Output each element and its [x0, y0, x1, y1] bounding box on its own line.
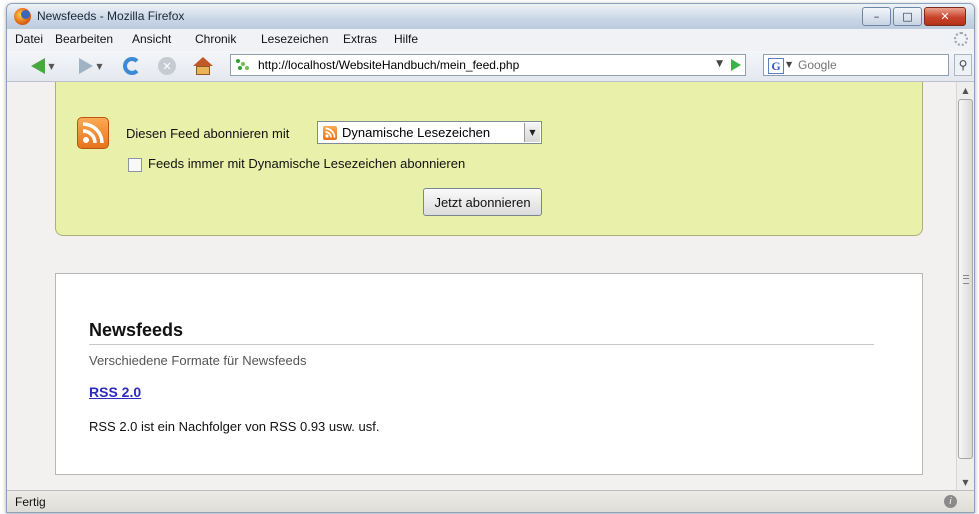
back-button[interactable]: ▼ [19, 54, 67, 78]
history-dropdown-icon[interactable]: ▼ [716, 59, 723, 69]
rss-feed-icon [77, 117, 109, 149]
menu-ansicht[interactable]: Ansicht [132, 32, 171, 46]
entry-title-link[interactable]: RSS 2.0 [89, 384, 141, 400]
search-bar: G ▼ [763, 54, 949, 76]
feed-reader-select[interactable]: Dynamische Lesezeichen ▼ [317, 121, 542, 144]
subscribe-with-label: Diesen Feed abonnieren mit [126, 126, 290, 141]
scroll-up-icon[interactable]: ▲ [957, 82, 974, 98]
close-button[interactable]: ✕ [924, 7, 966, 26]
always-subscribe-label[interactable]: Feeds immer mit Dynamische Lesezeichen a… [148, 156, 465, 171]
search-input[interactable] [798, 57, 938, 73]
page-content: Diesen Feed abonnieren mit Dynamische Le… [7, 82, 956, 490]
chevron-down-icon[interactable]: ▼ [48, 62, 54, 71]
browser-window: Newsfeeds - Mozilla Firefox – □ ✕ Datei … [6, 3, 975, 513]
back-arrow-icon [31, 58, 46, 74]
reload-button[interactable] [120, 54, 144, 78]
selected-reader: Dynamische Lesezeichen [342, 125, 491, 140]
menu-hilfe[interactable]: Hilfe [394, 32, 418, 46]
home-button[interactable] [190, 54, 216, 78]
url-bar[interactable]: http://localhost/WebsiteHandbuch/mein_fe… [230, 54, 746, 76]
search-button[interactable]: ⚲ [954, 54, 972, 76]
always-subscribe-checkbox[interactable] [128, 158, 142, 172]
magnifier-icon: ⚲ [958, 58, 968, 72]
feed-subtitle: Verschiedene Formate für Newsfeeds [89, 353, 307, 368]
forward-button[interactable]: ▼ [69, 54, 113, 78]
throbber-icon [954, 32, 968, 46]
menu-extras[interactable]: Extras [343, 32, 377, 46]
feed-subscribe-box: Diesen Feed abonnieren mit Dynamische Le… [55, 82, 923, 236]
maximize-button[interactable]: □ [893, 7, 922, 26]
scroll-down-icon[interactable]: ▼ [957, 474, 974, 490]
window-title: Newsfeeds - Mozilla Firefox [37, 9, 185, 23]
rss-small-icon [323, 126, 337, 140]
entry-text: RSS 2.0 ist ein Nachfolger von RSS 0.93 … [89, 419, 380, 434]
vertical-scrollbar[interactable]: ▲ ▼ [956, 82, 974, 490]
home-icon [193, 57, 213, 75]
go-icon[interactable] [731, 59, 741, 71]
status-info-icon[interactable]: i [944, 495, 957, 508]
feed-preview: Newsfeeds Verschiedene Formate für Newsf… [55, 273, 923, 475]
url-text[interactable]: http://localhost/WebsiteHandbuch/mein_fe… [258, 58, 519, 72]
chevron-down-icon[interactable]: ▼ [96, 62, 102, 71]
site-favicon-icon [236, 59, 250, 71]
menu-chronik[interactable]: Chronik [195, 32, 236, 46]
menu-datei[interactable]: Datei [15, 32, 43, 46]
reload-icon [123, 57, 141, 75]
scrollbar-thumb[interactable] [958, 99, 973, 459]
stop-button[interactable]: ✕ [155, 54, 179, 78]
subscribe-now-button[interactable]: Jetzt abonnieren [423, 188, 542, 216]
window-controls: – □ ✕ [862, 7, 966, 26]
chevron-down-icon[interactable]: ▼ [786, 60, 792, 69]
menu-bearbeiten[interactable]: Bearbeiten [55, 32, 113, 46]
title-bar[interactable]: Newsfeeds - Mozilla Firefox – □ ✕ [7, 4, 974, 29]
status-bar: Fertig i [7, 490, 974, 512]
forward-arrow-icon [79, 58, 94, 74]
menu-bar: Datei Bearbeiten Ansicht Chronik Lesezei… [7, 29, 974, 52]
feed-title: Newsfeeds [89, 320, 874, 345]
status-text: Fertig [15, 495, 46, 509]
search-engine-icon[interactable]: G [768, 58, 784, 74]
menu-lesezeichen[interactable]: Lesezeichen [261, 32, 328, 46]
chevron-down-icon[interactable]: ▼ [524, 123, 540, 142]
minimize-button[interactable]: – [862, 7, 891, 26]
firefox-icon [14, 8, 31, 25]
navigation-toolbar: ▼ ▼ ✕ http://localhost/WebsiteHandbuch/m… [7, 51, 974, 82]
grip-icon [963, 275, 969, 284]
stop-icon: ✕ [158, 57, 176, 75]
